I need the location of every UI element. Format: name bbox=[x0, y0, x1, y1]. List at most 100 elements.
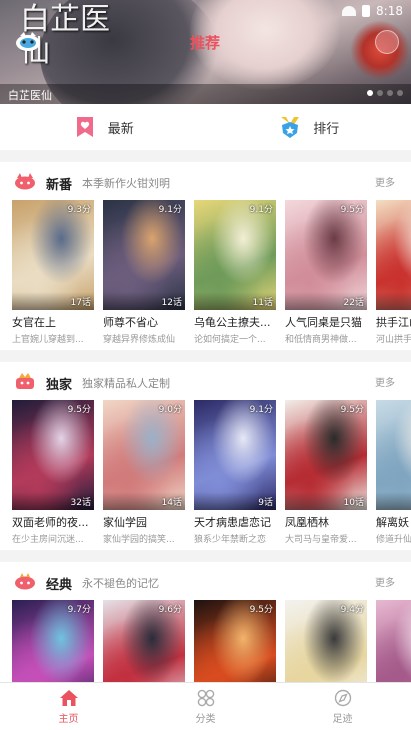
comic-card[interactable]: 9.7分 bbox=[12, 600, 94, 682]
section-title: 独家 bbox=[46, 378, 73, 393]
comic-card[interactable]: 9.6分 bbox=[103, 600, 185, 682]
comic-title: 拱手江山 bbox=[376, 316, 411, 329]
comic-cover-image[interactable]: 9.1分 9话 bbox=[194, 400, 276, 510]
comic-card[interactable]: 9.5分 22话人气同桌是只猫 和低情商男神做... bbox=[285, 200, 367, 345]
comic-score: 9.5分 bbox=[340, 205, 364, 215]
comic-episode-count: 11话 bbox=[252, 298, 273, 308]
comic-score: 9.0分 bbox=[158, 405, 182, 415]
comic-card[interactable]: 拱手江山河山拱手为君... bbox=[376, 200, 411, 345]
comic-cover-image[interactable] bbox=[376, 200, 411, 310]
comic-episode-count: 32话 bbox=[70, 498, 91, 508]
comic-cover-image[interactable]: 9.7分 bbox=[12, 600, 94, 682]
section-classic: 经典 永不褪色的记忆 更多 9.7分 9.6分 9.5分 9.4分 bbox=[0, 562, 411, 682]
section-subtitle: 独家精品私人定制 bbox=[82, 377, 170, 390]
comic-card[interactable]: 9.5分 10话 凤凰栖林 大司马与皇帝爱... bbox=[285, 400, 367, 545]
comic-score: 9.1分 bbox=[249, 205, 273, 215]
comic-cover-image[interactable] bbox=[376, 600, 411, 682]
comic-card[interactable]: 解离妖修道升仙... bbox=[376, 400, 411, 545]
nav-home-label: 主页 bbox=[58, 713, 79, 725]
status-time: 8:18 bbox=[376, 4, 403, 18]
app-logo-icon[interactable] bbox=[14, 30, 42, 52]
comic-episode-count: 22话 bbox=[343, 298, 364, 308]
comic-episode-count: 17话 bbox=[70, 298, 91, 308]
comic-description: 论如何搞定一个... bbox=[194, 335, 266, 345]
compass-footprint-icon bbox=[334, 689, 351, 706]
nav-home[interactable]: 主页 bbox=[0, 683, 137, 730]
comic-title: 家仙学园 bbox=[103, 516, 147, 529]
nav-footprint[interactable]: 足迹 bbox=[274, 683, 411, 730]
status-bar: 8:18 bbox=[342, 4, 403, 18]
comic-cover-image[interactable]: 9.5分 10话 bbox=[285, 400, 367, 510]
comic-score: 9.5分 bbox=[249, 605, 273, 615]
comic-description: 穿越异界修炼成仙 bbox=[103, 335, 176, 345]
section-new: 新番 本季新作火钳刘明 更多 9.3分 17话 女官在上 上官婉儿穿越到... 9.1分… bbox=[0, 162, 411, 350]
app-screen: 白芷医仙 8:18 推荐 白芷医仙 最新 排行 新番 本季新作火钳刘明 更多 9… bbox=[0, 0, 411, 730]
comic-score: 9.1分 bbox=[158, 205, 182, 215]
home-icon bbox=[59, 689, 78, 706]
comic-description: 在少主房间沉迷... bbox=[12, 535, 84, 545]
comic-card[interactable]: 9.5分 bbox=[194, 600, 276, 682]
section-more-link[interactable]: 更多 bbox=[375, 374, 395, 389]
quick-nav-latest[interactable]: 最新 bbox=[0, 104, 206, 150]
comic-cover-image[interactable]: 9.1分 11话 bbox=[194, 200, 276, 310]
comic-cover-image[interactable]: 9.5分 32话 bbox=[12, 400, 94, 510]
comic-score: 9.6分 bbox=[158, 605, 182, 615]
comic-card[interactable] bbox=[376, 600, 411, 682]
comic-description: 家仙学园的搞笑... bbox=[103, 535, 175, 545]
comic-cover-image[interactable]: 9.5分 22话 bbox=[285, 200, 367, 310]
comic-episode-count: 12话 bbox=[161, 298, 182, 308]
comic-cover-image[interactable]: 9.6分 bbox=[103, 600, 185, 682]
bookmark-heart-icon bbox=[76, 117, 93, 137]
section-header: 独家 独家精品私人定制 更多 bbox=[0, 362, 411, 400]
wifi-icon bbox=[342, 6, 357, 16]
bottom-nav: 主页 分类 足迹 bbox=[0, 682, 411, 730]
banner-carousel[interactable]: 白芷医仙 8:18 推荐 白芷医仙 bbox=[0, 0, 411, 104]
comic-cover-image[interactable]: 9.3分 17话 bbox=[12, 200, 94, 310]
comic-title: 人气同桌是只猫 bbox=[285, 316, 362, 329]
comic-cover-image[interactable]: 9.0分 14话 bbox=[103, 400, 185, 510]
comic-title: 女官在上 bbox=[12, 316, 56, 329]
comic-card[interactable]: 9.1分 12话 师尊不省心穿越异界修炼成仙 bbox=[103, 200, 185, 345]
carousel-dot[interactable] bbox=[397, 90, 403, 96]
comic-card[interactable]: 9.5分 32话双面老师的夜... 在少主房间沉迷... bbox=[12, 400, 94, 545]
comic-title: 双面老师的夜... bbox=[12, 516, 89, 529]
card-row: 9.5分 32话双面老师的夜... 在少主房间沉迷... 9.0分 14话家仙学园家仙学… bbox=[12, 400, 411, 545]
section-title: 经典 bbox=[46, 578, 73, 593]
comic-cover-image[interactable]: 9.4分 bbox=[285, 600, 367, 682]
section-more-link[interactable]: 更多 bbox=[375, 574, 395, 589]
comic-cover-image[interactable] bbox=[376, 400, 411, 510]
user-avatar-button[interactable] bbox=[375, 30, 399, 54]
carousel-dot[interactable] bbox=[367, 90, 373, 96]
card-row: 9.3分 17话 女官在上 上官婉儿穿越到... 9.1分 12话 师尊不省心 穿越异界修炼成… bbox=[12, 200, 411, 345]
comic-description: 和低情商男神做... bbox=[285, 335, 357, 345]
comic-card[interactable]: 9.1分 11话 乌龟公主撩夫... 论如何搞定一个... bbox=[194, 200, 276, 345]
comic-card[interactable]: 9.1分 9话天才病患虐恋记 狼系少年禁断之恋 bbox=[194, 400, 276, 545]
comic-cover-image[interactable]: 9.1分 12话 bbox=[103, 200, 185, 310]
comic-card[interactable]: 9.3分 17话 女官在上 上官婉儿穿越到... bbox=[12, 200, 94, 345]
comic-episode-count: 9话 bbox=[258, 498, 273, 508]
comic-title: 师尊不省心 bbox=[103, 316, 158, 329]
exclusive-badge-icon bbox=[16, 373, 34, 389]
section-header: 新番 本季新作火钳刘明 更多 bbox=[0, 162, 411, 200]
carousel-dot[interactable] bbox=[377, 90, 383, 96]
comic-card[interactable]: 9.0分 14话家仙学园家仙学园的搞笑... bbox=[103, 400, 185, 545]
comic-episode-count: 14话 bbox=[161, 498, 182, 508]
section-exclusive: 独家 独家精品私人定制 更多 9.5分 32话双面老师的夜... 在少主房间沉迷..… bbox=[0, 362, 411, 550]
carousel-dot[interactable] bbox=[387, 90, 393, 96]
new-badge-icon bbox=[15, 173, 35, 190]
banner-caption-bar: 白芷医仙 bbox=[0, 84, 411, 104]
classic-badge-icon bbox=[15, 573, 35, 590]
comic-cover-image[interactable]: 9.5分 bbox=[194, 600, 276, 682]
comic-title: 天才病患虐恋记 bbox=[194, 516, 271, 529]
section-more-link[interactable]: 更多 bbox=[375, 174, 395, 189]
comic-description: 狼系少年禁断之恋 bbox=[194, 535, 267, 545]
nav-category[interactable]: 分类 bbox=[137, 683, 274, 730]
comic-card[interactable]: 9.4分 bbox=[285, 600, 367, 682]
quick-nav-ranking[interactable]: 排行 bbox=[206, 104, 411, 150]
comic-description: 河山拱手为君... bbox=[376, 335, 411, 345]
card-row: 9.7分 9.6分 9.5分 9.4分 bbox=[12, 600, 411, 682]
comic-title: 凤凰栖林 bbox=[285, 516, 329, 529]
comic-episode-count: 10话 bbox=[343, 498, 364, 508]
tab-recommend[interactable]: 推荐 bbox=[190, 32, 220, 53]
comic-score: 9.1分 bbox=[249, 405, 273, 415]
